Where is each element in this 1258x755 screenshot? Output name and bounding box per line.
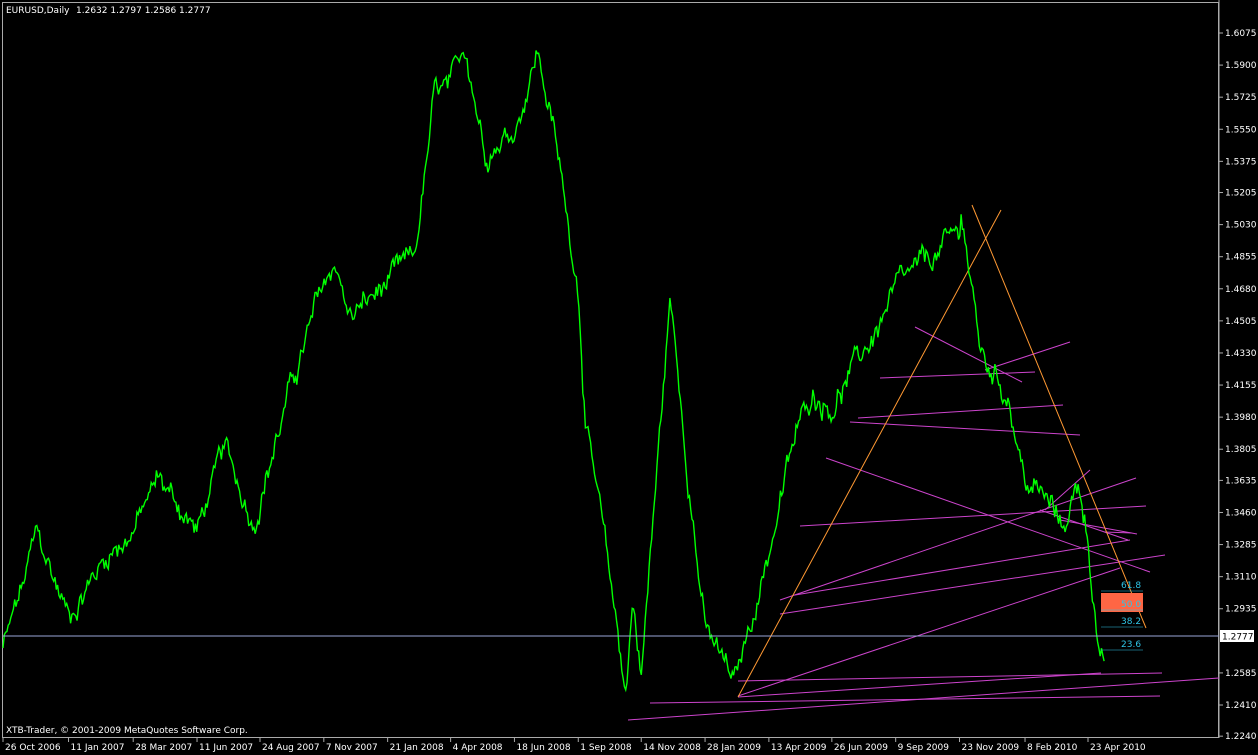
price-tick-label: 1.3805	[1225, 445, 1257, 455]
price-tick-label: 1.5725	[1225, 93, 1257, 103]
fib-level-label: 61.8	[1121, 581, 1141, 591]
time-tick-label: 13 Apr 2009	[771, 743, 827, 753]
price-tick-label: 1.3460	[1225, 508, 1257, 518]
fib-level-label: 50.0	[1121, 600, 1141, 610]
price-tick-label: 1.4505	[1225, 317, 1257, 327]
time-tick-label: 28 Jan 2009	[707, 743, 761, 753]
ohlc-label: 1.2632 1.2797 1.2586 1.2777	[76, 6, 211, 16]
symbol-label: EURUSD,Daily	[6, 6, 70, 16]
time-tick-label: 11 Jan 2007	[71, 743, 125, 753]
time-tick-label: 28 Mar 2007	[135, 743, 192, 753]
time-tick-label: 11 Jun 2007	[199, 743, 253, 753]
price-tick-label: 1.2935	[1225, 605, 1257, 615]
time-tick-label: 23 Apr 2010	[1090, 743, 1146, 753]
price-tick-label: 1.3285	[1225, 541, 1257, 551]
fib-level-label: 23.6	[1121, 640, 1141, 650]
price-tick-label: 1.4855	[1225, 253, 1257, 263]
price-tick-label: 1.3980	[1225, 413, 1257, 423]
time-tick-label: 14 Nov 2008	[643, 743, 701, 753]
time-tick-label: 9 Sep 2009	[898, 743, 950, 753]
current-price-tag: 1.2777	[1220, 630, 1254, 643]
price-tick-label: 1.5900	[1225, 61, 1257, 71]
time-tick-label: 26 Jun 2009	[834, 743, 888, 753]
fib-level-label: 38.2	[1121, 617, 1141, 627]
price-tick-label: 1.3110	[1225, 573, 1257, 583]
price-tick-label: 1.4330	[1225, 349, 1257, 359]
time-tick-label: 24 Aug 2007	[262, 743, 320, 753]
price-tick-label: 1.5205	[1225, 189, 1257, 199]
price-tick-label: 1.4155	[1225, 381, 1257, 391]
price-tick-label: 1.5030	[1225, 221, 1257, 231]
time-tick-label: 4 Apr 2008	[453, 743, 503, 753]
time-tick-label: 18 Jun 2008	[516, 743, 570, 753]
price-tick-label: 1.4680	[1225, 285, 1257, 295]
current-price-label: 1.2777	[1222, 633, 1254, 643]
time-tick-label: 8 Feb 2010	[1027, 743, 1078, 753]
time-tick-label: 21 Jan 2008	[390, 743, 444, 753]
price-tick-label: 1.5375	[1225, 157, 1257, 167]
price-tick-label: 1.5550	[1225, 125, 1257, 135]
price-chart[interactable]: 1.6075 1.5900 1.5725 1.5550 1.5375 1.5205 1.50…	[0, 0, 1258, 755]
time-tick-label: 7 Nov 2007	[326, 743, 378, 753]
time-tick-label: 1 Sep 2008	[580, 743, 632, 753]
price-tick-label: 1.6075	[1225, 29, 1257, 39]
price-tick-label: 1.2240	[1225, 732, 1257, 742]
copyright-label: XTB-Trader, © 2001-2009 MetaQuotes Softw…	[6, 726, 248, 736]
price-tick-label: 1.3635	[1225, 476, 1257, 486]
time-tick-label: 23 Nov 2009	[962, 743, 1020, 753]
price-tick-label: 1.2410	[1225, 701, 1257, 711]
price-tick-label: 1.2585	[1225, 669, 1257, 679]
time-tick-label: 26 Oct 2006	[5, 743, 61, 753]
